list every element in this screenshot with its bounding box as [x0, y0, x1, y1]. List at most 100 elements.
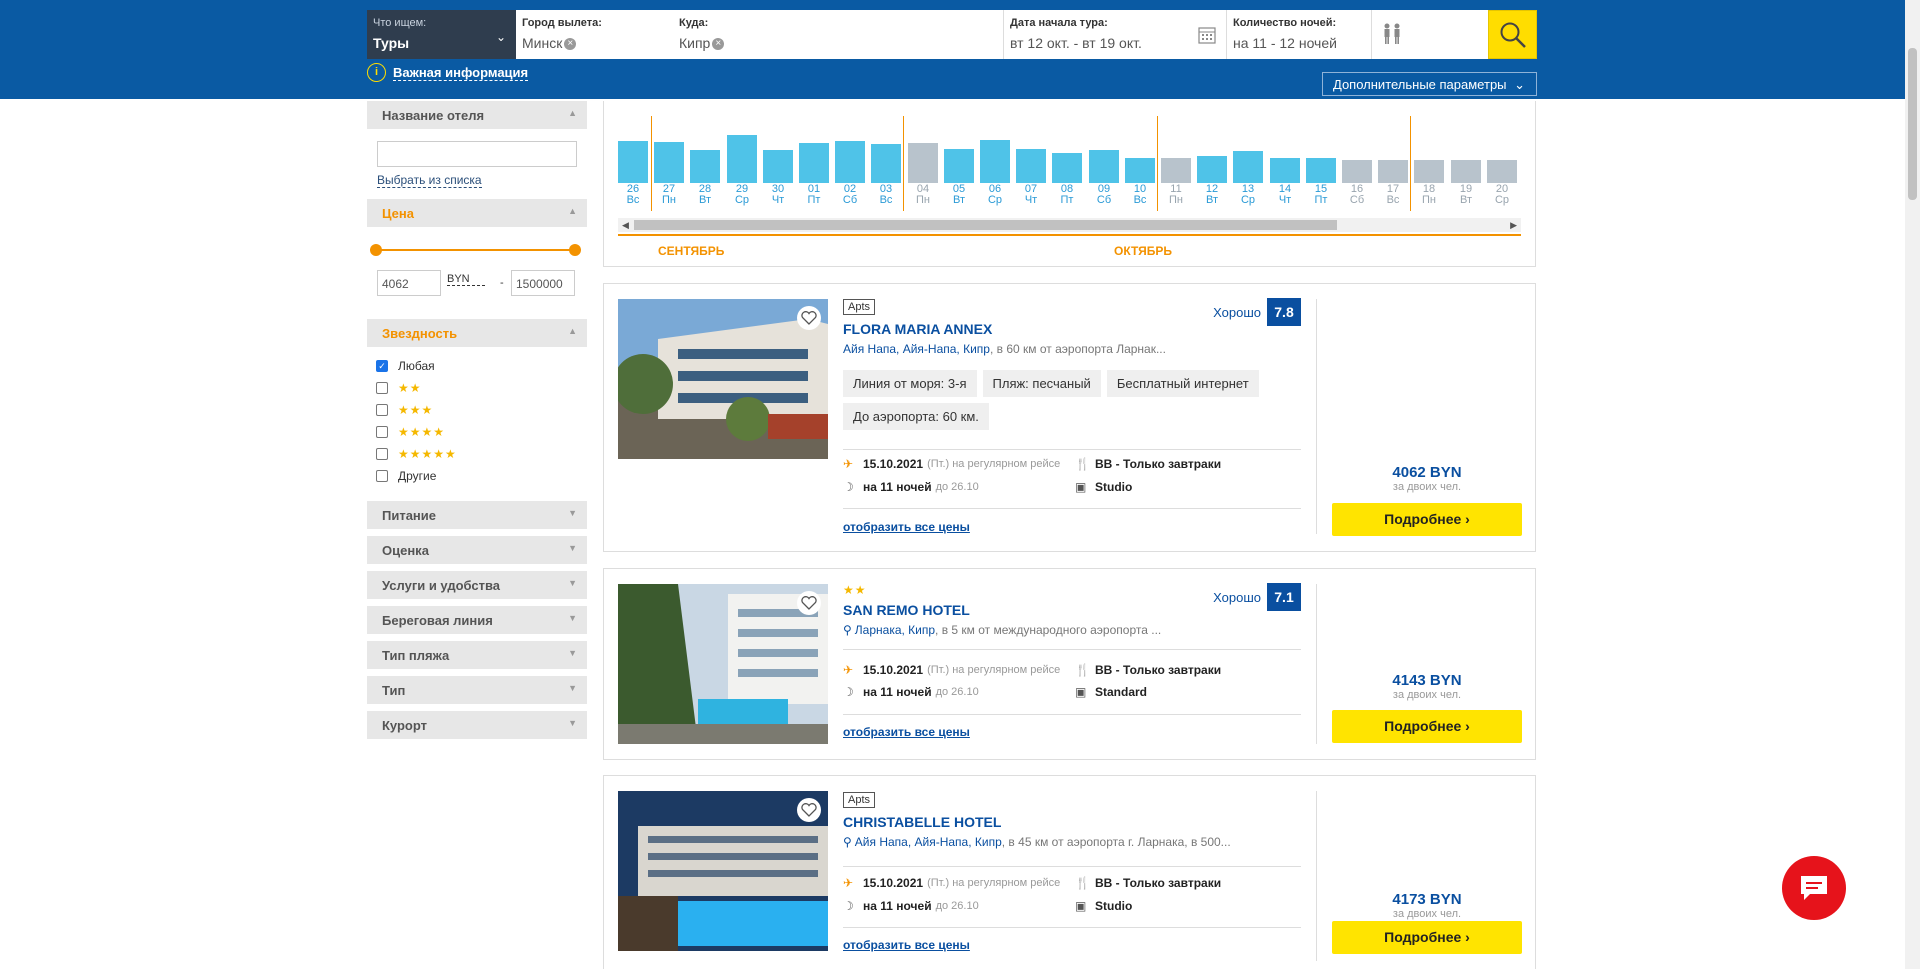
- show-all-prices-link[interactable]: отобразить все цены: [843, 938, 970, 952]
- favorite-heart-icon[interactable]: [797, 306, 821, 330]
- tourists-field[interactable]: [1371, 10, 1488, 59]
- calendar-day-bar[interactable]: [1052, 153, 1082, 183]
- calendar-day-bar[interactable]: [944, 149, 974, 183]
- price-slider-max-handle[interactable]: [569, 244, 581, 256]
- star-option[interactable]: ✓ Любая: [367, 355, 587, 377]
- filter-stars-header[interactable]: Звездность ▲: [367, 319, 587, 347]
- calendar-day-label[interactable]: 14 Чт: [1270, 184, 1300, 206]
- show-all-prices-link[interactable]: отобразить все цены: [843, 725, 970, 739]
- hotel-location-link[interactable]: Айя Напа, Айя-Напа, Кипр: [855, 835, 1002, 849]
- filter-resort-header[interactable]: Курорт ▼: [367, 711, 587, 739]
- scrollbar-thumb[interactable]: [1908, 48, 1917, 200]
- calendar-day-bar[interactable]: [690, 150, 720, 183]
- calendar-day-bar[interactable]: [1414, 160, 1444, 183]
- checkbox[interactable]: [376, 470, 388, 482]
- star-option[interactable]: ★★: [367, 377, 587, 399]
- calendar-day-label[interactable]: 01 Пт: [799, 184, 829, 206]
- calendar-day-bar[interactable]: [1016, 149, 1046, 183]
- calendar-day-label[interactable]: 16 Сб: [1342, 184, 1372, 206]
- hotel-name-link[interactable]: SAN REMO HOTEL: [843, 602, 970, 618]
- calendar-day-label[interactable]: 20 Ср: [1487, 184, 1517, 206]
- search-button[interactable]: [1488, 10, 1537, 59]
- details-button[interactable]: Подробнее ›: [1332, 710, 1522, 743]
- calendar-day-bar[interactable]: [1125, 158, 1155, 183]
- calendar-day-bar[interactable]: [1197, 156, 1227, 183]
- star-option[interactable]: ★★★★★: [367, 443, 587, 465]
- calendar-day-bar[interactable]: [763, 150, 793, 183]
- from-field[interactable]: Город вылета: Минск ×: [516, 10, 673, 59]
- calendar-day-label[interactable]: 02 Сб: [835, 184, 865, 206]
- chat-button[interactable]: [1782, 856, 1846, 920]
- calendar-day-label[interactable]: 05 Вт: [944, 184, 974, 206]
- calendar-day-label[interactable]: 17 Вс: [1378, 184, 1408, 206]
- price-max-input[interactable]: 1500000: [511, 270, 575, 296]
- price-min-input[interactable]: 4062: [377, 270, 441, 296]
- calendar-day-bar[interactable]: [908, 143, 938, 183]
- important-info-link[interactable]: Важная информация: [393, 65, 529, 81]
- calendar-day-label[interactable]: 29 Ср: [727, 184, 757, 206]
- choose-from-list-link[interactable]: Выбрать из списка: [377, 173, 482, 188]
- filter-board-header[interactable]: Питание ▼: [367, 501, 587, 529]
- calendar-day-label[interactable]: 04 Пн: [908, 184, 938, 206]
- scroll-left-icon[interactable]: ◀: [622, 218, 629, 232]
- clear-icon[interactable]: ×: [712, 38, 725, 51]
- calendar-day-label[interactable]: 18 Пн: [1414, 184, 1444, 206]
- calendar-day-bar[interactable]: [835, 141, 865, 183]
- filter-type-header[interactable]: Тип ▼: [367, 676, 587, 704]
- calendar-day-bar[interactable]: [618, 141, 648, 183]
- favorite-heart-icon[interactable]: [797, 798, 821, 822]
- hotel-name-input[interactable]: [377, 141, 577, 167]
- hotel-photo[interactable]: [618, 791, 828, 951]
- favorite-heart-icon[interactable]: [797, 591, 821, 615]
- calendar-day-label[interactable]: 30 Чт: [763, 184, 793, 206]
- calendar-day-label[interactable]: 19 Вт: [1451, 184, 1481, 206]
- star-option[interactable]: ★★★★: [367, 421, 587, 443]
- what-select[interactable]: Что ищем: Туры ⌄: [367, 10, 516, 59]
- calendar-day-bar[interactable]: [799, 143, 829, 183]
- calendar-day-bar[interactable]: [1487, 160, 1517, 183]
- calendar-day-label[interactable]: 11 Пн: [1161, 184, 1191, 206]
- hotel-location-link[interactable]: Ларнака, Кипр: [855, 623, 935, 637]
- filter-price-header[interactable]: Цена ▲: [367, 199, 587, 227]
- calendar-day-label[interactable]: 12 Вт: [1197, 184, 1227, 206]
- calendar-day-bar[interactable]: [727, 135, 757, 183]
- filter-rating-header[interactable]: Оценка ▼: [367, 536, 587, 564]
- hotel-location-link[interactable]: Айя Напа, Айя-Напа, Кипр: [843, 342, 990, 356]
- calendar-day-bar[interactable]: [654, 142, 684, 183]
- star-option[interactable]: ★★★: [367, 399, 587, 421]
- calendar-scroll-thumb[interactable]: [634, 220, 1337, 230]
- calendar-day-bar[interactable]: [1342, 160, 1372, 183]
- calendar-day-label[interactable]: 07 Чт: [1016, 184, 1046, 206]
- date-field[interactable]: Дата начала тура: вт 12 окт. - вт 19 окт…: [1003, 10, 1226, 59]
- calendar-day-bar[interactable]: [1451, 160, 1481, 183]
- hotel-name-link[interactable]: CHRISTABELLE HOTEL: [843, 814, 1001, 830]
- month-label[interactable]: ОКТЯБРЬ: [1114, 244, 1172, 258]
- scroll-right-icon[interactable]: ▶: [1510, 218, 1517, 232]
- calendar-day-bar[interactable]: [980, 140, 1010, 183]
- checkbox[interactable]: [376, 404, 388, 416]
- checkbox[interactable]: [376, 448, 388, 460]
- star-option[interactable]: Другие: [367, 465, 587, 487]
- to-field[interactable]: Куда: Кипр ×: [673, 10, 1003, 59]
- calendar-day-bar[interactable]: [1089, 150, 1119, 183]
- calendar-day-label[interactable]: 27 Пн: [654, 184, 684, 206]
- calendar-day-label[interactable]: 06 Ср: [980, 184, 1010, 206]
- filter-services-header[interactable]: Услуги и удобства ▼: [367, 571, 587, 599]
- calendar-day-label[interactable]: 15 Пт: [1306, 184, 1336, 206]
- nights-field[interactable]: Количество ночей: на 11 - 12 ночей: [1226, 10, 1371, 59]
- calendar-day-label[interactable]: 03 Вс: [871, 184, 901, 206]
- calendar-day-label[interactable]: 09 Сб: [1089, 184, 1119, 206]
- extra-params-button[interactable]: Дополнительные параметры ⌄: [1322, 72, 1537, 96]
- calendar-day-bar[interactable]: [1233, 151, 1263, 183]
- calendar-day-label[interactable]: 08 Пт: [1052, 184, 1082, 206]
- checkbox[interactable]: [376, 426, 388, 438]
- show-all-prices-link[interactable]: отобразить все цены: [843, 520, 970, 534]
- checkbox-checked-icon[interactable]: ✓: [376, 360, 388, 372]
- currency-select[interactable]: BYN: [447, 273, 485, 286]
- calendar-day-bar[interactable]: [1161, 158, 1191, 183]
- page-scrollbar[interactable]: [1905, 0, 1920, 969]
- calendar-day-label[interactable]: 26 Вс: [618, 184, 648, 206]
- calendar-day-bar[interactable]: [871, 144, 901, 183]
- calendar-day-label[interactable]: 10 Вс: [1125, 184, 1155, 206]
- hotel-photo[interactable]: [618, 584, 828, 744]
